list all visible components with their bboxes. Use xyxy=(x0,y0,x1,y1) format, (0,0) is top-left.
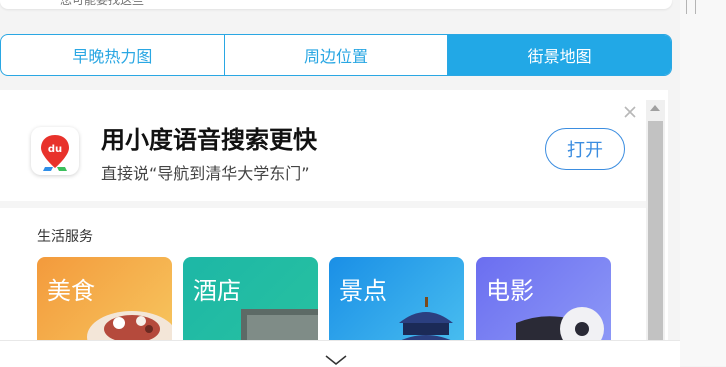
close-icon[interactable] xyxy=(622,104,638,120)
service-tiles: 美食 酒店 景点 电影 xyxy=(37,257,617,346)
section-divider xyxy=(0,201,646,208)
open-app-button[interactable]: 打开 xyxy=(545,128,625,170)
content-panel: du 用小度语音搜索更快 直接说“导航到清华大学东门” 打开 生活服务 美食 酒… xyxy=(0,90,668,346)
panel-scrollbar[interactable] xyxy=(646,100,665,346)
tile-movie[interactable]: 电影 xyxy=(476,257,611,346)
top-result-card: 您可能要找这些 xyxy=(0,0,672,9)
svg-text:du: du xyxy=(48,144,62,155)
voice-search-promo: du 用小度语音搜索更快 直接说“导航到清华大学东门” 打开 xyxy=(0,90,646,202)
tile-label: 电影 xyxy=(486,277,534,305)
page-scrollbar[interactable] xyxy=(680,0,726,366)
scroll-up-icon[interactable] xyxy=(650,105,660,111)
tab-nearby[interactable]: 周边位置 xyxy=(225,35,449,75)
tile-label: 酒店 xyxy=(193,277,241,305)
du-map-app-icon[interactable]: du xyxy=(31,127,79,175)
tile-food[interactable]: 美食 xyxy=(37,257,172,346)
bottom-bar xyxy=(0,340,680,367)
tab-bar: 早晚热力图 周边位置 街景地图 xyxy=(0,34,672,76)
scroll-grip[interactable] xyxy=(686,0,696,14)
promo-title: 用小度语音搜索更快 xyxy=(101,126,317,154)
tile-label: 景点 xyxy=(339,277,387,305)
chevron-down-icon[interactable] xyxy=(325,355,347,367)
tile-hotel[interactable]: 酒店 xyxy=(183,257,318,346)
services-title: 生活服务 xyxy=(37,229,93,245)
tile-label: 美食 xyxy=(47,277,95,305)
promo-subtitle: 直接说“导航到清华大学东门” xyxy=(101,164,310,183)
cut-off-text: 您可能要找这些 xyxy=(60,0,145,7)
tile-scenic[interactable]: 景点 xyxy=(329,257,464,346)
tab-heatmap[interactable]: 早晚热力图 xyxy=(1,35,225,75)
tab-street-view[interactable]: 街景地图 xyxy=(448,35,671,75)
scroll-thumb[interactable] xyxy=(648,121,663,346)
